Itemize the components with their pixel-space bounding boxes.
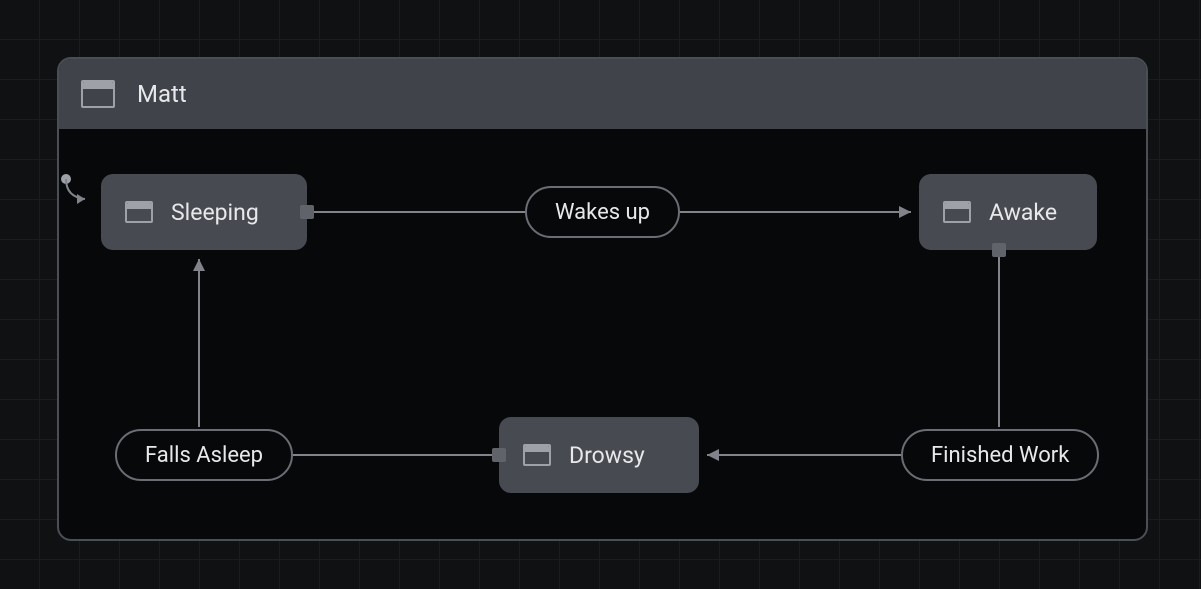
- window-icon: [523, 444, 551, 466]
- transition-wakes-up[interactable]: Wakes up: [525, 186, 680, 238]
- state-machine-title: Matt: [137, 80, 187, 108]
- transition-label: Falls Asleep: [145, 443, 263, 468]
- diagram-canvas[interactable]: Matt Sleeping: [0, 0, 1201, 589]
- transition-label: Finished Work: [931, 443, 1069, 468]
- transition-falls-asleep[interactable]: Falls Asleep: [115, 429, 293, 481]
- state-label: Sleeping: [171, 199, 259, 226]
- state-port[interactable]: [992, 243, 1006, 257]
- state-machine-panel[interactable]: Matt Sleeping: [57, 57, 1148, 541]
- state-node-drowsy[interactable]: Drowsy: [499, 417, 699, 493]
- window-icon: [81, 80, 115, 108]
- window-icon: [125, 201, 153, 223]
- state-port[interactable]: [300, 205, 314, 219]
- window-icon: [943, 201, 971, 223]
- transition-finished-work[interactable]: Finished Work: [901, 429, 1099, 481]
- state-label: Awake: [989, 199, 1057, 226]
- transition-label: Wakes up: [555, 200, 650, 225]
- state-label: Drowsy: [569, 442, 645, 469]
- state-node-sleeping[interactable]: Sleeping: [101, 174, 307, 250]
- state-port[interactable]: [492, 448, 506, 462]
- state-machine-header[interactable]: Matt: [59, 59, 1146, 129]
- state-node-awake[interactable]: Awake: [919, 174, 1097, 250]
- initial-state-marker: [57, 173, 93, 209]
